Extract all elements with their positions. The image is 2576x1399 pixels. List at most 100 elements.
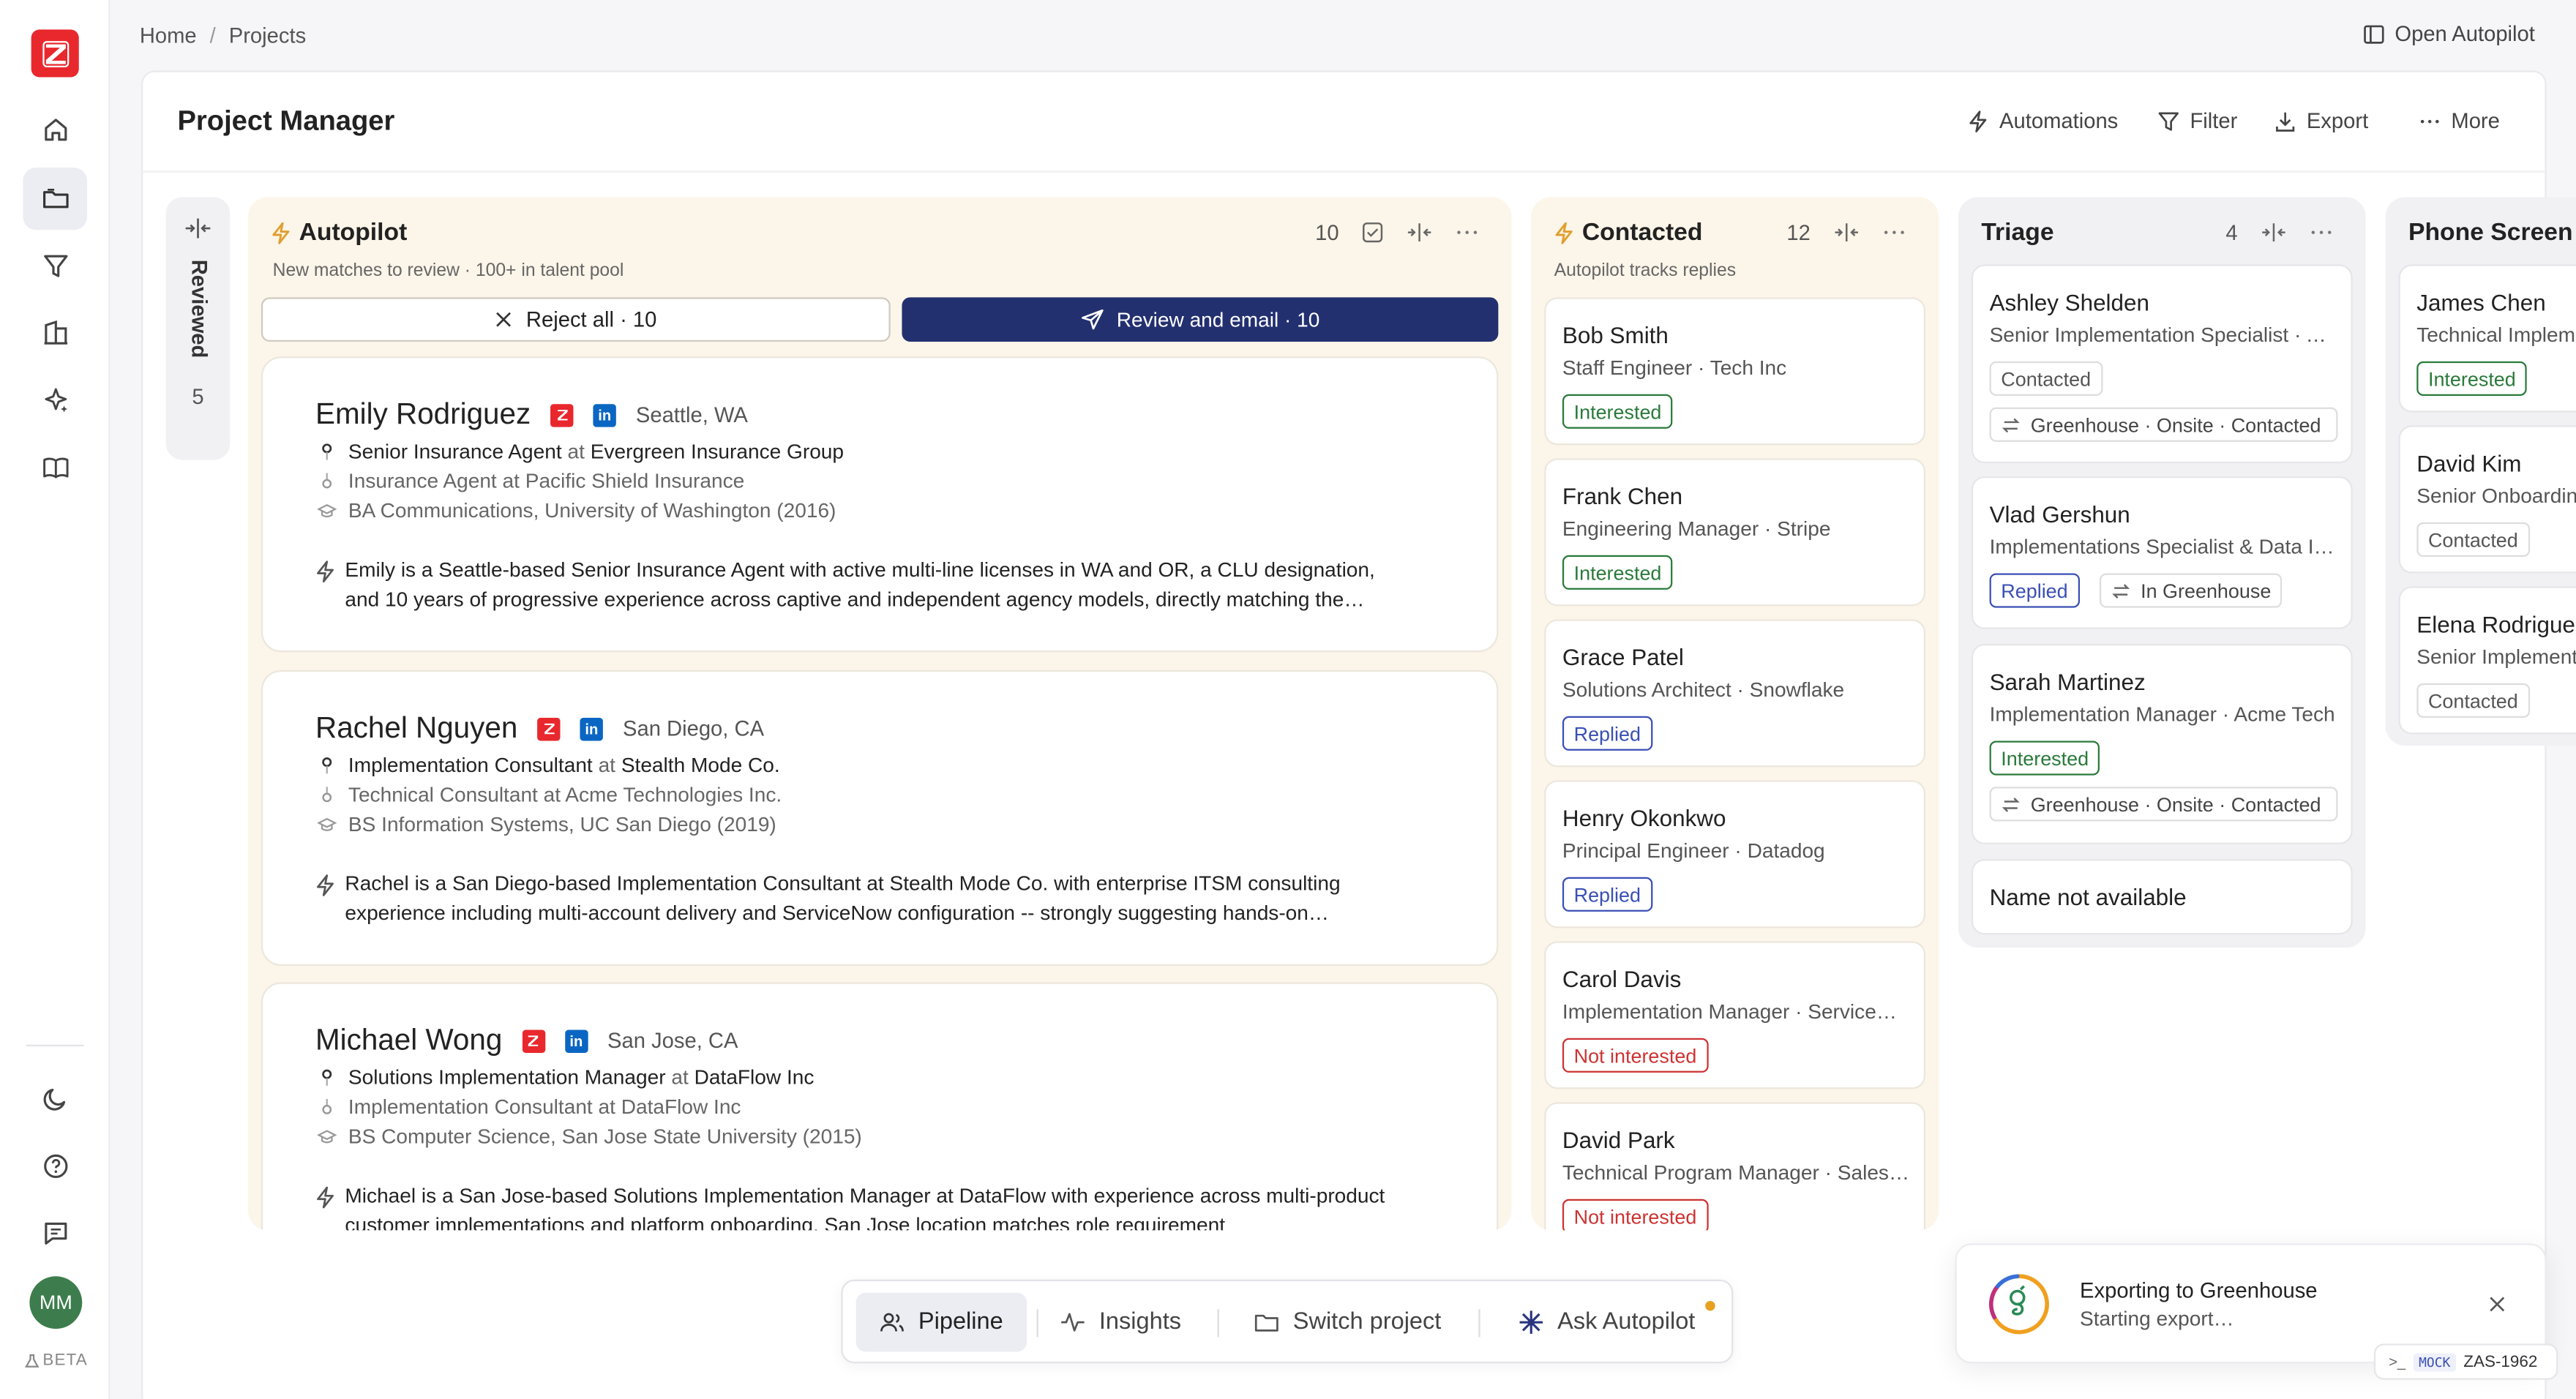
contact-card[interactable]: Frank Chen Engineering Manager · Stripe …	[1544, 458, 1926, 607]
candidate-card[interactable]: Emily Rodriguez in Seattle, WA Senior In…	[261, 356, 1499, 653]
review-and-email-button[interactable]: Review and email · 10	[902, 297, 1499, 342]
contact-card[interactable]: David Park Technical Program Manager · S…	[1544, 1102, 1926, 1231]
send-icon	[1081, 309, 1103, 330]
brand-badge-icon[interactable]	[522, 1029, 545, 1052]
help-button[interactable]	[23, 1135, 87, 1197]
contact-card[interactable]: Grace Patel Solutions Architect · Snowfl…	[1544, 619, 1926, 768]
greenhouse-text: Greenhouse · Onsite · Contacted	[2030, 792, 2321, 816]
contacted-meta: 12	[1786, 220, 1906, 244]
contact-card[interactable]: Carol Davis Implementation Manager · Ser…	[1544, 941, 1926, 1089]
nav-docs[interactable]	[23, 437, 87, 499]
contact-card[interactable]: Bob Smith Staff Engineer · Tech Inc Inte…	[1544, 297, 1926, 446]
status-badge: Interested	[1989, 740, 2100, 776]
summary-text: Emily is a Seattle-based Senior Insuranc…	[345, 558, 1375, 612]
previous-role: Technical Consultant at Acme Technologie…	[315, 780, 782, 809]
triage-card[interactable]: Vlad Gershun Implementations Specialist …	[1971, 476, 2353, 629]
timeline-dot-icon	[322, 1098, 332, 1114]
triage-card[interactable]: Name not available	[1971, 859, 2353, 935]
theme-toggle[interactable]	[23, 1068, 87, 1130]
candidate-name: Michael Wong	[315, 1023, 503, 1057]
triage-name: Sarah Martinez	[1989, 668, 2146, 695]
mock-indicator[interactable]: >_ MOCK ZAS-1962	[2373, 1343, 2558, 1380]
contact-role: Technical Program Manager · Salesforce	[1562, 1161, 1911, 1185]
triage-column: Triage 4 Ashley Shelden Senior Implement…	[1958, 197, 2366, 948]
candidate-card[interactable]: Michael Wong in San Jose, CA Solutions I…	[261, 982, 1499, 1231]
filter-button[interactable]: Filter	[2157, 108, 2237, 133]
ask-autopilot-label: Ask Autopilot	[1557, 1309, 1696, 1336]
brand-badge-icon[interactable]	[550, 403, 574, 427]
linkedin-icon[interactable]: in	[593, 403, 616, 427]
brand-badge-icon[interactable]	[537, 716, 561, 740]
open-autopilot-button[interactable]: Open Autopilot	[2362, 21, 2535, 46]
breadcrumb-projects[interactable]: Projects	[229, 23, 306, 48]
graduation-cap-icon	[317, 1130, 337, 1144]
ask-autopilot-button[interactable]: Ask Autopilot	[1495, 1293, 1718, 1352]
status-badge: Contacted	[2416, 683, 2530, 719]
switch-project-button[interactable]: Switch project	[1230, 1293, 1464, 1352]
phone-name: David Kim	[2416, 450, 2522, 477]
checkbox-icon[interactable]	[1362, 222, 1383, 243]
status-badge: Replied	[1989, 573, 2080, 608]
greenhouse-badge[interactable]: Greenhouse · Onsite · Contacted	[1989, 407, 2338, 442]
previous-role: Insurance Agent at Pacific Shield Insura…	[315, 467, 744, 496]
filter-icon	[2158, 111, 2179, 130]
feedback-button[interactable]	[23, 1202, 87, 1264]
ellipsis-icon[interactable]	[2310, 222, 2332, 243]
download-icon	[2276, 111, 2295, 131]
collapse-icon[interactable]	[2261, 222, 2287, 243]
phone-card[interactable]: David Kim Senior Onboarding Contacted	[2398, 425, 2576, 574]
user-avatar[interactable]: MM	[29, 1276, 83, 1329]
nav-autopilot[interactable]	[23, 370, 87, 432]
greenhouse-badge[interactable]: Greenhouse · Onsite · Contacted	[1989, 787, 2338, 822]
export-label: Export	[2306, 108, 2369, 133]
more-button[interactable]: More	[2418, 108, 2500, 133]
linkedin-icon[interactable]: in	[564, 1029, 588, 1052]
collapse-icon[interactable]	[1833, 222, 1860, 243]
candidate-card[interactable]: Rachel Nguyen in San Diego, CA Implement…	[261, 670, 1499, 967]
status-badge: Replied	[1562, 716, 1652, 751]
triage-card[interactable]: Sarah Martinez Implementation Manager · …	[1971, 644, 2353, 844]
phone-card[interactable]: Elena Rodriguez Senior Implementation Co…	[2398, 586, 2576, 735]
expand-icon[interactable]	[184, 217, 211, 239]
sync-icon	[2002, 417, 2020, 432]
contact-name: David Park	[1562, 1127, 1675, 1153]
collapse-icon[interactable]	[1407, 222, 1433, 243]
previous-role: Implementation Consultant at DataFlow In…	[315, 1092, 741, 1122]
ellipsis-icon[interactable]	[1456, 222, 1478, 243]
phone-name: James Chen	[2416, 289, 2546, 316]
close-icon	[496, 312, 512, 327]
triage-card[interactable]: Ashley Shelden Senior Implementation Spe…	[1971, 264, 2353, 464]
autopilot-header: Autopilot	[271, 219, 407, 247]
logo-icon	[42, 40, 69, 67]
insights-label: Insights	[1098, 1309, 1182, 1336]
tab-insights[interactable]: Insights	[1037, 1293, 1205, 1352]
ellipsis-icon[interactable]	[1883, 222, 1906, 243]
reviewed-count: 5	[192, 384, 204, 409]
reviewed-label: Reviewed	[187, 259, 212, 359]
nav-filter[interactable]	[23, 235, 87, 297]
linkedin-icon[interactable]: in	[580, 716, 604, 740]
nav-home[interactable]	[23, 99, 87, 161]
nav-companies[interactable]	[23, 302, 87, 364]
activity-icon	[1061, 1313, 1085, 1332]
phone-role: Technical Implementation	[2416, 323, 2576, 347]
contact-name: Frank Chen	[1562, 483, 1683, 509]
automations-label: Automations	[1999, 108, 2119, 133]
nav-projects[interactable]	[23, 167, 87, 230]
autopilot-subtitle: New matches to review · 100+ in talent p…	[272, 260, 624, 281]
phone-role: Senior Onboarding	[2416, 484, 2576, 508]
reject-all-button[interactable]: Reject all · 10	[261, 297, 891, 342]
phone-card[interactable]: James Chen Technical Implementation Inte…	[2398, 264, 2576, 413]
reviewed-column[interactable]: Reviewed 5	[165, 197, 231, 460]
sidebar: MM BETA	[0, 0, 111, 1399]
contact-card[interactable]: Henry Okonkwo Principal Engineer · Datad…	[1544, 780, 1926, 929]
autopilot-count: 10	[1315, 220, 1339, 245]
nav-divider	[1478, 1309, 1480, 1338]
close-icon[interactable]	[2487, 1294, 2507, 1314]
breadcrumb-home[interactable]: Home	[140, 23, 197, 48]
export-button[interactable]: Export	[2274, 108, 2368, 133]
automations-button[interactable]: Automations	[1966, 108, 2118, 133]
brand-logo[interactable]	[31, 29, 79, 78]
tab-pipeline[interactable]: Pipeline	[855, 1292, 1027, 1352]
greenhouse-badge[interactable]: In Greenhouse	[2099, 573, 2283, 608]
